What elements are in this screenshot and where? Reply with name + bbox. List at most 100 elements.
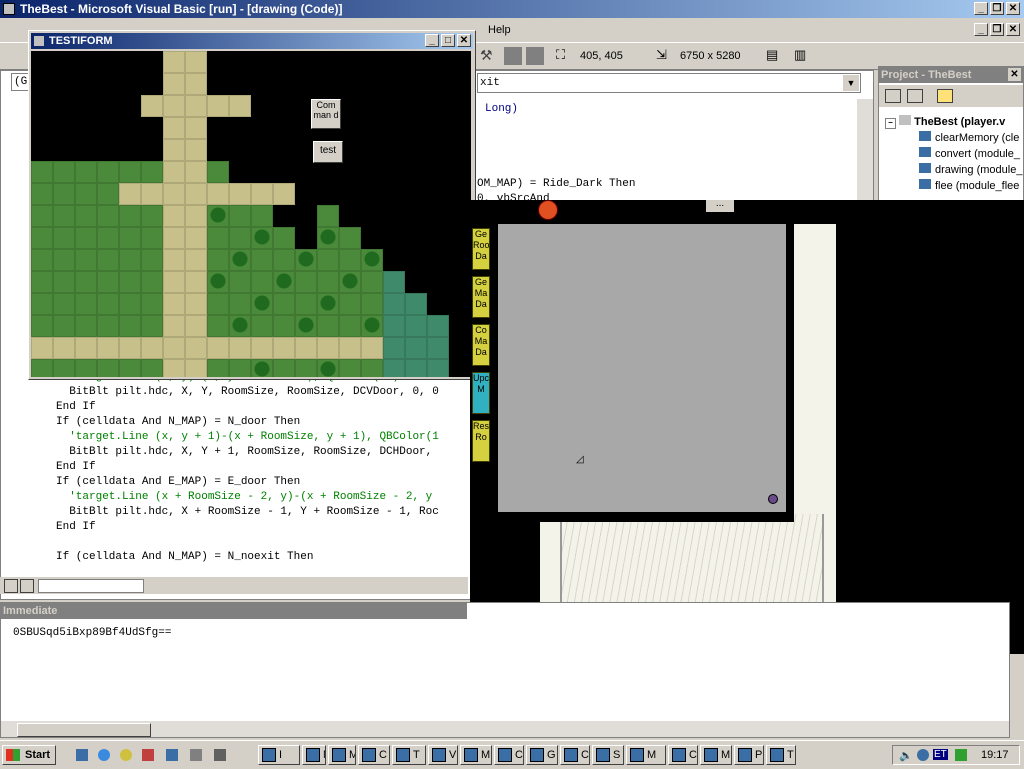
taskbar-item[interactable]: M	[460, 745, 492, 765]
horizontal-scrollbar[interactable]	[38, 579, 144, 593]
test-button[interactable]: test	[313, 141, 343, 163]
quicklaunch-outlook-icon[interactable]	[142, 749, 154, 761]
map-tile	[141, 249, 163, 271]
toolbox-icon[interactable]: ▤	[766, 47, 784, 65]
map-tile	[185, 161, 207, 183]
side-action-button[interactable]: Ge Ma Da	[472, 276, 490, 318]
taskbar-item[interactable]: G	[526, 745, 558, 765]
task-app-icon	[770, 748, 784, 762]
quicklaunch-media-icon[interactable]	[120, 749, 132, 761]
project-item[interactable]: flee (module_flee	[919, 179, 1019, 192]
view-code-icon[interactable]	[885, 89, 901, 103]
map-tile	[141, 161, 163, 183]
map-tile	[141, 293, 163, 315]
minimize-icon[interactable]: _	[974, 2, 988, 15]
child-minimize-icon[interactable]: _	[974, 23, 988, 36]
windows-logo-icon	[6, 749, 20, 761]
chevron-down-icon[interactable]: ▼	[843, 75, 859, 91]
view-object-icon[interactable]	[907, 89, 923, 103]
small-dialog-button[interactable]: ...	[706, 199, 734, 212]
volume-icon[interactable]: 🔈	[899, 749, 913, 762]
language-indicator[interactable]: ET	[933, 749, 948, 760]
network-icon[interactable]	[917, 749, 929, 761]
map-tile	[251, 249, 273, 271]
taskbar-item[interactable]: I	[258, 745, 300, 765]
quicklaunch-app-icon[interactable]	[166, 749, 178, 761]
child-close-icon[interactable]: ✕	[1006, 23, 1020, 36]
pause-icon[interactable]	[526, 47, 544, 65]
toggle-folders-icon[interactable]	[937, 89, 953, 103]
quicklaunch-app3-icon[interactable]	[214, 749, 226, 761]
wrench-icon[interactable]: ⚒	[480, 47, 498, 65]
close-icon[interactable]: ✕	[1006, 2, 1020, 15]
stop-icon[interactable]	[504, 47, 522, 65]
task-app-icon	[332, 748, 346, 762]
taskbar-item[interactable]: M	[626, 745, 666, 765]
object-combo[interactable]: (G	[11, 73, 29, 91]
project-close-icon[interactable]: ✕	[1008, 68, 1021, 81]
testiform-maximize-icon[interactable]: □	[441, 34, 455, 47]
command-button[interactable]: Com man d	[311, 99, 341, 129]
map-tile	[163, 271, 185, 293]
map-tile	[405, 293, 427, 315]
code-line[interactable]: If (celldata And N_MAP) = N_door Then	[56, 415, 300, 430]
map-tile	[317, 293, 339, 315]
tray-app-icon[interactable]	[955, 749, 967, 761]
project-item[interactable]: drawing (module_	[919, 163, 1022, 176]
code-line[interactable]: BitBlt pilt.hdc, X, Y, RoomSize, RoomSiz…	[56, 385, 439, 400]
child-restore-icon[interactable]: ❐	[990, 23, 1004, 36]
code-line[interactable]: 'target.Line (x, y + 1)-(x + RoomSize, y…	[56, 430, 439, 445]
side-action-button[interactable]: Ge Roo Da	[472, 228, 490, 270]
immediate-horizontal-scrollbar[interactable]	[1, 721, 1009, 737]
procedure-combo[interactable]: xit ▼	[477, 73, 861, 93]
immediate-text[interactable]: 0SBUSqd5iBxp89Bf4UdSfg==	[13, 627, 171, 639]
code-line[interactable]: If (celldata And E_MAP) = E_door Then	[56, 475, 300, 490]
project-root[interactable]: − TheBest (player.v	[885, 115, 1005, 129]
map-tile	[97, 161, 119, 183]
map-tile	[273, 227, 295, 249]
quicklaunch-app2-icon[interactable]	[190, 749, 202, 761]
taskbar-item[interactable]: M	[700, 745, 732, 765]
taskbar-item[interactable]: T	[392, 745, 426, 765]
side-action-button[interactable]: Upc M	[472, 372, 490, 414]
code-line[interactable]: BitBlt pilt.hdc, X + RoomSize - 1, Y + R…	[56, 505, 439, 520]
view-module-icon[interactable]	[20, 579, 34, 593]
taskbar-item[interactable]: C	[668, 745, 698, 765]
map-tile	[383, 337, 405, 359]
taskbar-item[interactable]: C	[358, 745, 390, 765]
project-item[interactable]: convert (module_	[919, 147, 1020, 160]
tree-collapse-icon[interactable]: −	[885, 118, 896, 129]
code-bottom-bar	[0, 577, 468, 594]
taskbar-item[interactable]: T	[766, 745, 796, 765]
view-procedure-icon[interactable]	[4, 579, 18, 593]
map-canvas	[31, 51, 471, 377]
taskbar-item[interactable]: M	[302, 745, 326, 765]
menu-help[interactable]: Help	[488, 24, 511, 36]
taskbar-item[interactable]: V	[428, 745, 458, 765]
taskbar-item[interactable]: S	[592, 745, 624, 765]
map-tile	[185, 227, 207, 249]
testiform-close-icon[interactable]: ✕	[457, 34, 471, 47]
start-button[interactable]: Start	[2, 745, 56, 765]
taskbar-item[interactable]: M	[328, 745, 356, 765]
taskbar-item[interactable]: C	[494, 745, 524, 765]
taskbar-item[interactable]: C	[560, 745, 590, 765]
code-line[interactable]: BitBlt pilt.hdc, X, Y + 1, RoomSize, Roo…	[56, 445, 432, 460]
code-line[interactable]: End If	[56, 520, 96, 535]
map-tile	[317, 227, 339, 249]
menu-editor-icon[interactable]: ▥	[794, 47, 812, 65]
side-action-button[interactable]: Co Ma Da	[472, 324, 490, 366]
taskbar-item[interactable]: PE...	[734, 745, 764, 765]
restore-icon[interactable]: ❐	[990, 2, 1004, 15]
side-action-button[interactable]: Res Ro	[472, 420, 490, 462]
code-line[interactable]: End If	[56, 460, 96, 475]
code-line[interactable]: End If	[56, 400, 96, 415]
quicklaunch-show-desktop-icon[interactable]	[76, 749, 88, 761]
project-item[interactable]: clearMemory (cle	[919, 131, 1019, 144]
testiform-minimize-icon[interactable]: _	[425, 34, 439, 47]
quicklaunch-ie-icon[interactable]	[98, 749, 110, 761]
map-tile	[53, 293, 75, 315]
code-line[interactable]: If (celldata And N_MAP) = N_noexit Then	[56, 550, 313, 565]
code-line[interactable]: 'target.Line (x + RoomSize - 2, y)-(x + …	[56, 490, 432, 505]
map-tile	[141, 315, 163, 337]
